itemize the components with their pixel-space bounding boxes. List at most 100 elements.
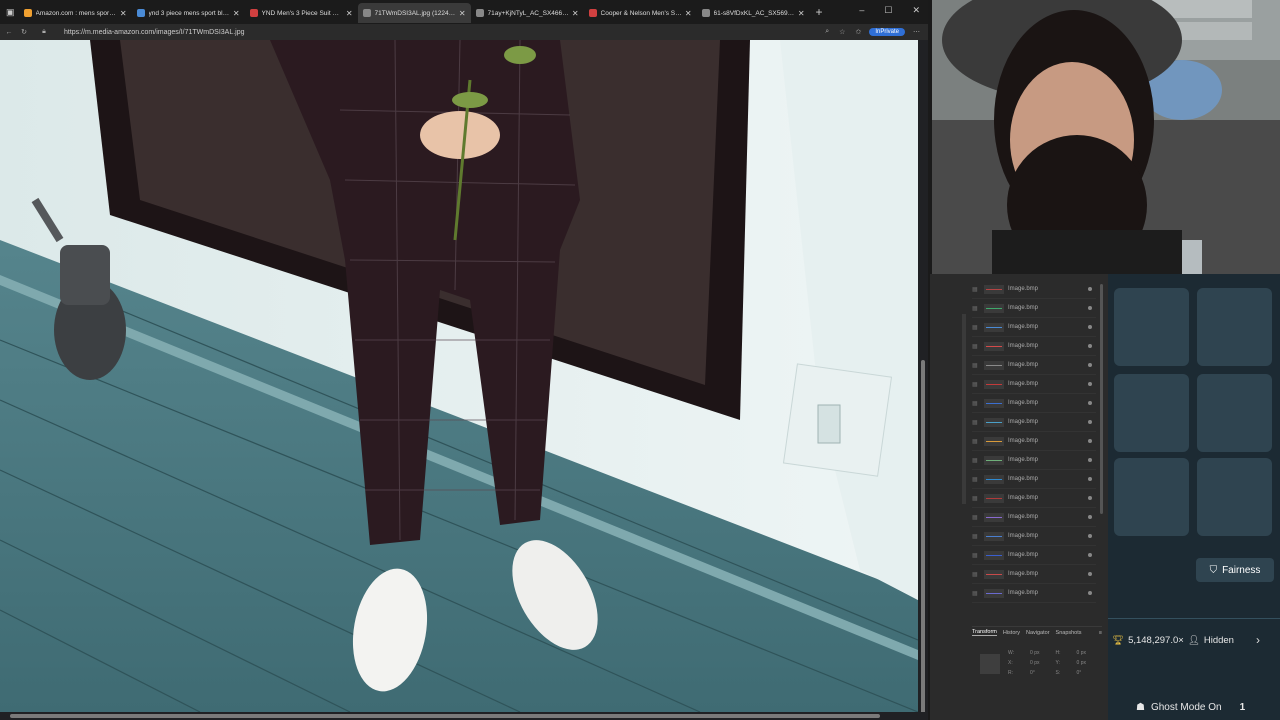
fairness-button[interactable]: ⛉ Fairness	[1196, 558, 1274, 582]
zoom-icon[interactable]: ⌕	[825, 28, 829, 36]
layer-lock-icon[interactable]: ▦	[972, 457, 980, 464]
browser-tab[interactable]: Cooper & Nelson Men's Suit ... ✕	[584, 3, 697, 23]
transform-field[interactable]: 0 px	[1030, 660, 1051, 666]
transform-field[interactable]: 0°	[1077, 670, 1098, 676]
layer-lock-icon[interactable]: ▦	[972, 571, 980, 578]
tab-close-icon[interactable]: ✕	[233, 9, 240, 18]
panel-tab[interactable]: Snapshots	[1056, 630, 1082, 636]
layer-lock-icon[interactable]: ▦	[972, 533, 980, 540]
layer-visibility-icon[interactable]	[1088, 287, 1092, 291]
layer-lock-icon[interactable]: ▦	[972, 362, 980, 369]
new-tab-button[interactable]: +	[816, 5, 823, 19]
collections-icon[interactable]: ✩	[855, 28, 861, 36]
layer-row[interactable]: ▦ Image.bmp	[972, 451, 1096, 470]
close-window-icon[interactable]: ✕	[912, 5, 920, 16]
layer-row[interactable]: ▦ Image.bmp	[972, 584, 1096, 603]
layer-visibility-icon[interactable]	[1088, 401, 1092, 405]
browser-tab[interactable]: 71ay+KjNTyL_AC_SX466_.jpg ✕	[471, 3, 584, 23]
browser-tab[interactable]: 71TWmDSI3AL.jpg (1224×16...✕	[357, 3, 471, 23]
points-bar[interactable]: 🏆︎ 5,148,297.0× 👤︎ Hidden ›	[1108, 630, 1280, 650]
layer-lock-icon[interactable]: ▦	[972, 324, 980, 331]
panel-menu-icon[interactable]: ≡	[1099, 630, 1102, 636]
inprivate-badge[interactable]: InPrivate	[869, 28, 905, 36]
layer-visibility-icon[interactable]	[1088, 363, 1092, 367]
layer-row[interactable]: ▦ Image.bmp	[972, 508, 1096, 527]
layer-row[interactable]: ▦ Image.bmp	[972, 432, 1096, 451]
tab-close-icon[interactable]: ✕	[572, 9, 579, 18]
layer-row[interactable]: ▦ Image.bmp	[972, 318, 1096, 337]
image-viewport[interactable]	[0, 40, 918, 712]
layer-visibility-icon[interactable]	[1088, 344, 1092, 348]
layer-lock-icon[interactable]: ▦	[972, 286, 980, 293]
layer-visibility-icon[interactable]	[1088, 591, 1092, 595]
tab-close-icon[interactable]: ✕	[346, 9, 353, 18]
favorite-icon[interactable]: ☆	[839, 28, 845, 36]
layer-row[interactable]: ▦ Image.bmp	[972, 527, 1096, 546]
layer-row[interactable]: ▦ Image.bmp	[972, 546, 1096, 565]
layer-row[interactable]: ▦ Image.bmp	[972, 356, 1096, 375]
panel-tab[interactable]: Transform	[972, 629, 997, 636]
refresh-icon[interactable]: ↻	[18, 28, 30, 36]
layer-lock-icon[interactable]: ▦	[972, 590, 980, 597]
layer-visibility-icon[interactable]	[1088, 382, 1092, 386]
browser-tab[interactable]: YND Men's 3 Piece Suit Set w...✕	[245, 3, 358, 23]
transform-field[interactable]: 0 px	[1077, 660, 1098, 666]
layer-visibility-icon[interactable]	[1088, 420, 1092, 424]
transform-field[interactable]: 0 px	[1077, 650, 1098, 656]
layer-row[interactable]: ▦ Image.bmp	[972, 299, 1096, 318]
layer-lock-icon[interactable]: ▦	[972, 438, 980, 445]
layer-visibility-icon[interactable]	[1088, 515, 1092, 519]
horizontal-scrollbar[interactable]	[0, 712, 928, 720]
layer-visibility-icon[interactable]	[1088, 496, 1092, 500]
layer-row[interactable]: ▦ Image.bmp	[972, 375, 1096, 394]
transform-field[interactable]: 0°	[1030, 670, 1051, 676]
layer-lock-icon[interactable]: ▦	[972, 476, 980, 483]
layer-visibility-icon[interactable]	[1088, 477, 1092, 481]
layer-row[interactable]: ▦ Image.bmp	[972, 413, 1096, 432]
overlay-slot	[1114, 288, 1189, 366]
layer-lock-icon[interactable]: ▦	[972, 419, 980, 426]
overlay-slot	[1197, 288, 1272, 366]
tab-actions-icon[interactable]: ▣	[6, 7, 15, 18]
layer-row[interactable]: ▦ Image.bmp	[972, 565, 1096, 584]
layer-visibility-icon[interactable]	[1088, 306, 1092, 310]
layer-lock-icon[interactable]: ▦	[972, 400, 980, 407]
layer-lock-icon[interactable]: ▦	[972, 514, 980, 521]
browser-tab[interactable]: ynd 3 piece mens sport blazer ✕	[132, 3, 245, 23]
more-menu-icon[interactable]: ⋯	[913, 28, 920, 36]
layers-scrollbar[interactable]	[1100, 284, 1103, 514]
chevron-right-icon[interactable]: ›	[1256, 633, 1260, 647]
layer-lock-icon[interactable]: ▦	[972, 305, 980, 312]
layer-lock-icon[interactable]: ▦	[972, 343, 980, 350]
layer-visibility-icon[interactable]	[1088, 439, 1092, 443]
tab-close-icon[interactable]: ✕	[798, 9, 805, 18]
maximize-icon[interactable]: ☐	[884, 5, 892, 16]
layer-row[interactable]: ▦ Image.bmp	[972, 337, 1096, 356]
layer-lock-icon[interactable]: ▦	[972, 552, 980, 559]
minimize-icon[interactable]: –	[859, 5, 864, 16]
layer-row[interactable]: ▦ Image.bmp	[972, 489, 1096, 508]
layer-visibility-icon[interactable]	[1088, 572, 1092, 576]
layer-visibility-icon[interactable]	[1088, 534, 1092, 538]
layer-row[interactable]: ▦ Image.bmp	[972, 280, 1096, 299]
layer-visibility-icon[interactable]	[1088, 553, 1092, 557]
shield-check-icon: ⛉	[1209, 564, 1218, 576]
url-field[interactable]: https://m.media-amazon.com/images/I/71TW…	[64, 29, 825, 36]
anchor-grid[interactable]	[980, 654, 1000, 674]
layer-lock-icon[interactable]: ▦	[972, 381, 980, 388]
layer-row[interactable]: ▦ Image.bmp	[972, 470, 1096, 489]
panel-tab[interactable]: Navigator	[1026, 630, 1050, 636]
vertical-scrollbar[interactable]	[918, 40, 928, 720]
layer-row[interactable]: ▦ Image.bmp	[972, 394, 1096, 413]
layer-visibility-icon[interactable]	[1088, 458, 1092, 462]
layer-lock-icon[interactable]: ▦	[972, 495, 980, 502]
tab-close-icon[interactable]: ✕	[685, 9, 692, 18]
panel-tab[interactable]: History	[1003, 630, 1020, 636]
layer-visibility-icon[interactable]	[1088, 325, 1092, 329]
transform-field[interactable]: 0 px	[1030, 650, 1051, 656]
browser-tab[interactable]: 61-s8VfDxKL_AC_SX569_.jpg ✕	[697, 3, 810, 23]
browser-tab[interactable]: Amazon.com : mens sport bl... ✕	[19, 3, 132, 23]
back-icon[interactable]: ←	[3, 29, 15, 36]
tab-close-icon[interactable]: ✕	[120, 9, 127, 18]
tab-close-icon[interactable]: ✕	[459, 9, 466, 18]
